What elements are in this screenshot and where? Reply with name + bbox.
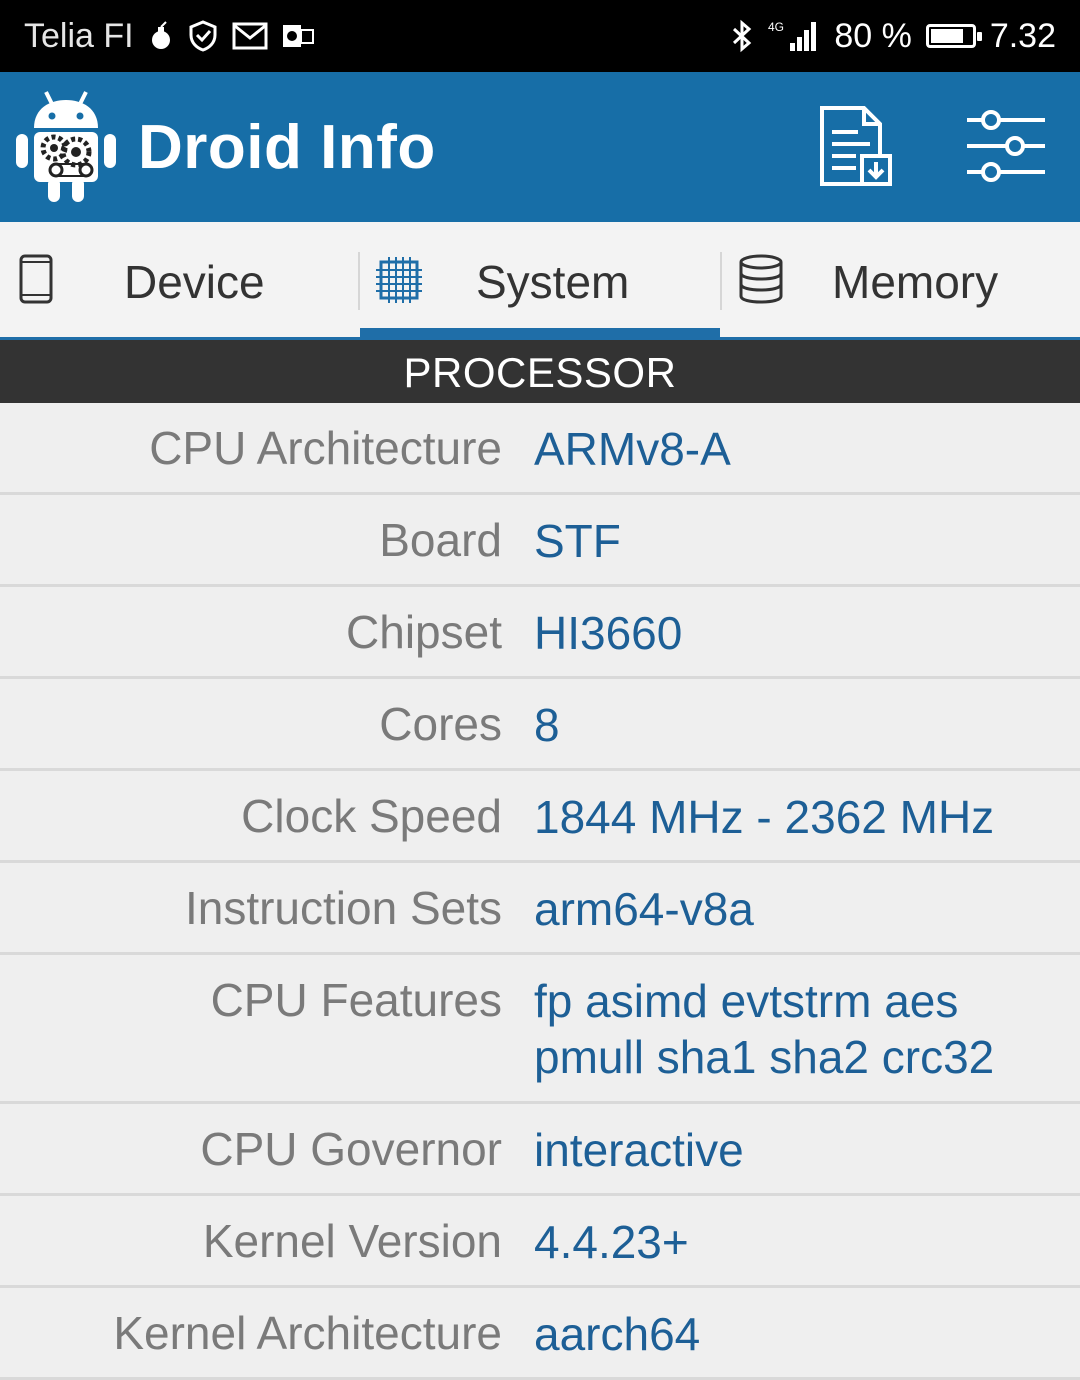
phone-icon [18, 254, 54, 309]
info-label: CPU Architecture [149, 422, 502, 474]
info-row-kernel-architecture: Kernel Architecture aarch64 [0, 1288, 1080, 1380]
database-icon [738, 254, 784, 309]
app-title: Droid Info [138, 113, 436, 182]
tab-bar: Device System Memory [0, 222, 1080, 340]
bomb-icon [148, 21, 174, 51]
network-type: 4G [768, 20, 784, 34]
carrier-name: Telia FI [24, 16, 134, 55]
shield-icon [188, 20, 218, 52]
battery-percent: 80 % [834, 16, 912, 55]
info-value: HI3660 [534, 607, 683, 659]
chip-icon [374, 256, 424, 309]
info-row-kernel-version: Kernel Version 4.4.23+ [0, 1196, 1080, 1288]
tab-memory[interactable]: Memory [722, 222, 1080, 340]
status-bar-left: Telia FI [24, 17, 314, 56]
tab-system-label: System [476, 256, 630, 308]
info-value: 8 [534, 699, 560, 751]
clock-time: 7.32 [989, 16, 1056, 55]
info-label: Kernel Version [202, 1215, 502, 1267]
info-label: Chipset [346, 606, 502, 658]
info-value: aarch64 [534, 1308, 701, 1360]
info-label: Kernel Architecture [113, 1307, 502, 1359]
section-header: PROCESSOR [0, 340, 1080, 403]
info-value: 1844 MHz - 2362 MHz [534, 791, 995, 843]
gmail-icon [232, 22, 268, 50]
info-label: CPU Features [210, 974, 502, 1026]
info-value: arm64-v8a [534, 883, 754, 935]
tab-device[interactable]: Device [0, 222, 358, 340]
droid-logo-icon [14, 86, 118, 208]
info-value-continued: pmull sha1 sha2 crc32 [534, 1031, 995, 1083]
signal-icon: 4G [768, 19, 820, 53]
info-value: ARMv8-A [534, 423, 731, 475]
settings-button[interactable] [958, 100, 1054, 196]
info-row-cpu-features: CPU Features fp asimd evtstrm aes pmull … [0, 955, 1080, 1104]
selected-tab-indicator [360, 328, 720, 340]
app-bar: Droid Info [0, 72, 1080, 222]
settings-sliders-icon [965, 109, 1047, 187]
tab-memory-label: Memory [832, 256, 999, 308]
info-row-clock-speed: Clock Speed 1844 MHz - 2362 MHz [0, 771, 1080, 863]
report-button[interactable] [808, 100, 904, 196]
tab-system[interactable]: System [360, 222, 720, 340]
info-value: fp asimd evtstrm aes [534, 975, 959, 1027]
tab-device-label: Device [124, 256, 265, 308]
status-bar-right: 4G 80 % 7.32 [730, 17, 1056, 56]
info-value: 4.4.23+ [534, 1216, 689, 1268]
status-bar: Telia FI 4G 80 % 7.32 [0, 0, 1080, 72]
info-row-cpu-governor: CPU Governor interactive [0, 1104, 1080, 1196]
info-label: Cores [379, 698, 502, 750]
info-row-instruction-sets: Instruction Sets arm64-v8a [0, 863, 1080, 955]
info-row-board: Board STF [0, 495, 1080, 587]
battery-icon [925, 24, 982, 48]
info-row-cpu-architecture: CPU Architecture ARMv8-A [0, 403, 1080, 495]
processor-info-list: CPU Architecture ARMv8-A Board STF Chips… [0, 403, 1080, 1380]
bluetooth-icon [730, 19, 754, 53]
info-label: Board [379, 514, 502, 566]
info-value: STF [534, 515, 621, 567]
info-row-cores: Cores 8 [0, 679, 1080, 771]
info-label: CPU Governor [200, 1123, 502, 1175]
info-row-chipset: Chipset HI3660 [0, 587, 1080, 679]
info-label: Clock Speed [241, 790, 502, 842]
report-icon [816, 104, 896, 193]
info-label: Instruction Sets [184, 882, 502, 934]
info-value: interactive [534, 1124, 744, 1176]
outlook-icon [282, 22, 314, 50]
